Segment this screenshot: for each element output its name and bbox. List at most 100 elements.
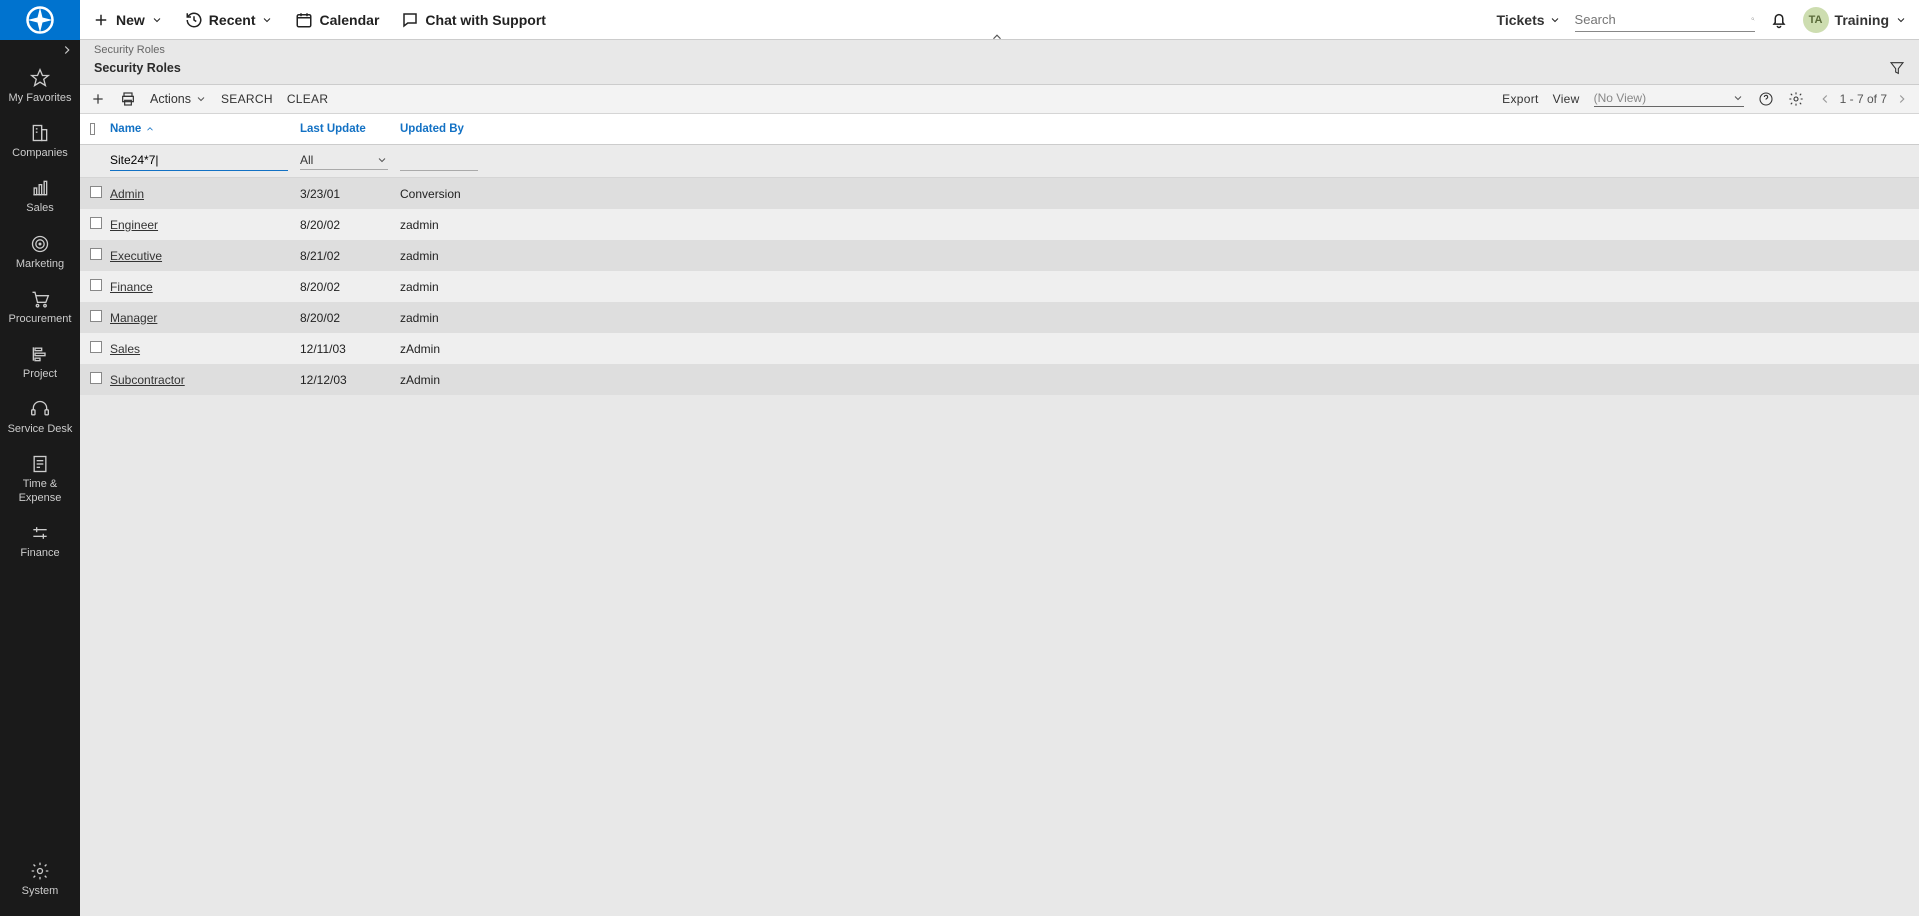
row-checkbox[interactable]	[90, 186, 102, 198]
row-checkbox[interactable]	[90, 217, 102, 229]
row-checkbox[interactable]	[90, 372, 102, 384]
chevron-down-icon	[376, 154, 388, 166]
sidebar-collapse-toggle[interactable]	[0, 40, 80, 60]
sidebar-item-companies[interactable]: Companies	[0, 115, 80, 170]
clear-button[interactable]: CLEAR	[287, 92, 329, 106]
sidebar-item-sales[interactable]: Sales	[0, 170, 80, 225]
row-checkbox-cell	[80, 302, 104, 333]
row-updated-by-cell: Conversion	[394, 182, 1919, 206]
sidebar-item-procurement[interactable]: Procurement	[0, 281, 80, 336]
recent-button[interactable]: Recent	[185, 11, 274, 29]
left-sidebar: My Favorites Companies Sales Marketing P…	[0, 0, 80, 916]
row-name-cell: Manager	[104, 306, 294, 330]
table-row[interactable]: Manager8/20/02zadmin	[80, 302, 1919, 333]
sidebar-item-label: My Favorites	[9, 92, 72, 105]
sidebar-item-label: Finance	[20, 547, 59, 560]
table-row[interactable]: Subcontractor12/12/03zAdmin	[80, 364, 1919, 395]
chevron-down-icon	[1895, 14, 1907, 26]
column-header-updated-by[interactable]: Updated By	[394, 117, 1919, 141]
row-updated-by-cell: zadmin	[394, 244, 1919, 268]
compass-icon	[25, 5, 55, 35]
calendar-button[interactable]: Calendar	[295, 11, 379, 29]
row-checkbox[interactable]	[90, 248, 102, 260]
actions-label: Actions	[150, 92, 191, 106]
sidebar-item-finance[interactable]: Finance	[0, 515, 80, 570]
new-button[interactable]: New	[92, 11, 163, 29]
toolbar-left: Actions SEARCH CLEAR	[90, 91, 328, 107]
row-name-link[interactable]: Sales	[110, 342, 140, 356]
page-title: Security Roles	[94, 61, 181, 75]
global-search[interactable]	[1575, 8, 1755, 32]
sidebar-item-project[interactable]: Project	[0, 336, 80, 391]
search-button[interactable]: SEARCH	[221, 92, 273, 106]
row-name-link[interactable]: Manager	[110, 311, 157, 325]
row-name-link[interactable]: Executive	[110, 249, 162, 263]
help-icon[interactable]	[1758, 91, 1774, 107]
top-bar: New Recent Calendar Chat with Support Ti…	[80, 0, 1919, 40]
updated-by-filter-input[interactable]	[400, 151, 478, 171]
search-input[interactable]	[1575, 8, 1751, 31]
row-checkbox[interactable]	[90, 279, 102, 291]
user-label: Training	[1835, 12, 1889, 28]
select-all-checkbox[interactable]	[90, 123, 95, 135]
user-menu[interactable]: TA Training	[1803, 7, 1907, 33]
table-row[interactable]: Executive 8/21/02zadmin	[80, 240, 1919, 271]
sidebar-item-marketing[interactable]: Marketing	[0, 226, 80, 281]
column-header-name[interactable]: Name	[104, 117, 294, 141]
table-row[interactable]: Sales12/11/03zAdmin	[80, 333, 1919, 364]
last-update-filter-select[interactable]: All	[300, 153, 388, 170]
cart-icon	[30, 289, 50, 309]
table-row[interactable]: Admin3/23/01Conversion	[80, 178, 1919, 209]
row-last-update-cell: 8/20/02	[294, 275, 394, 299]
star-icon	[30, 68, 50, 88]
sidebar-bottom: System	[0, 853, 80, 916]
print-icon[interactable]	[120, 91, 136, 107]
row-last-update-cell: 8/20/02	[294, 306, 394, 330]
select-all-cell	[80, 114, 104, 144]
row-checkbox-cell	[80, 364, 104, 395]
export-button[interactable]: Export	[1502, 92, 1538, 106]
next-page-icon[interactable]	[1895, 92, 1909, 106]
actions-dropdown[interactable]: Actions	[150, 92, 207, 106]
chat-support-button[interactable]: Chat with Support	[401, 11, 546, 29]
sidebar-item-system[interactable]: System	[0, 853, 80, 908]
sidebar-item-servicedesk[interactable]: Service Desk	[0, 391, 80, 446]
tickets-dropdown[interactable]: Tickets	[1497, 12, 1561, 28]
add-icon[interactable]	[90, 91, 106, 107]
recent-label: Recent	[209, 12, 256, 28]
row-checkbox[interactable]	[90, 341, 102, 353]
column-header-last-update[interactable]: Last Update	[294, 117, 394, 141]
chevron-down-icon	[195, 93, 207, 105]
settings-icon[interactable]	[1788, 91, 1804, 107]
chevron-down-icon	[1549, 14, 1561, 26]
chat-icon	[401, 11, 419, 29]
table-row[interactable]: Engineer 8/20/02zadmin	[80, 209, 1919, 240]
app-logo[interactable]	[0, 0, 80, 40]
row-last-update-cell: 8/21/02	[294, 244, 394, 268]
grid-toolbar: Actions SEARCH CLEAR Export View (No Vie…	[80, 85, 1919, 114]
name-filter-input[interactable]	[110, 151, 288, 171]
notifications-icon[interactable]	[1769, 10, 1789, 30]
prev-page-icon[interactable]	[1818, 92, 1832, 106]
topbar-collapse-toggle[interactable]	[990, 30, 1010, 40]
row-updated-by-cell: zadmin	[394, 213, 1919, 237]
view-select[interactable]: (No View)	[1594, 91, 1744, 107]
row-name-link[interactable]: Admin	[110, 187, 144, 201]
row-updated-by-cell: zAdmin	[394, 337, 1919, 361]
row-last-update-cell: 8/20/02	[294, 213, 394, 237]
search-icon	[1751, 11, 1755, 27]
toolbar-right: Export View (No View) 1 - 7 of 7	[1502, 91, 1909, 107]
row-checkbox[interactable]	[90, 310, 102, 322]
new-label: New	[116, 12, 145, 28]
row-name-link[interactable]: Engineer	[110, 218, 158, 232]
filter-icon[interactable]	[1889, 60, 1905, 76]
table-row[interactable]: Finance8/20/02zadmin	[80, 271, 1919, 302]
row-name-link[interactable]: Finance	[110, 280, 153, 294]
building-icon	[30, 123, 50, 143]
receipt-icon	[30, 454, 50, 474]
chevron-right-icon	[60, 43, 74, 57]
sidebar-item-timeexpense[interactable]: Time & Expense	[0, 446, 80, 514]
row-name-link[interactable]: Subcontractor	[110, 373, 185, 387]
sidebar-item-favorites[interactable]: My Favorites	[0, 60, 80, 115]
row-name-cell: Engineer	[104, 213, 294, 237]
